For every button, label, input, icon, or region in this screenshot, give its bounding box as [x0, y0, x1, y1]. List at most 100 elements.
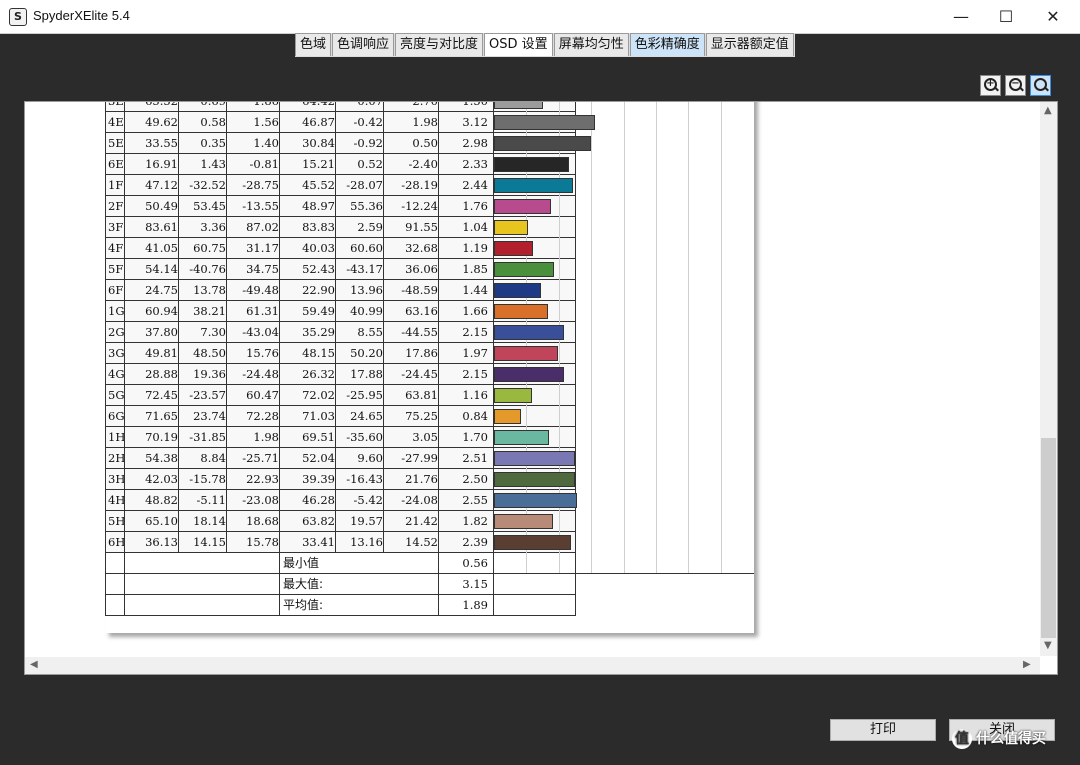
cell-c2: -5.11 [196, 493, 227, 507]
scroll-left-icon[interactable]: ◀ [30, 659, 38, 670]
cell-divider [124, 112, 125, 132]
delta-e-bar-chart [494, 102, 754, 573]
cell-c3: 1.86 [253, 101, 279, 108]
cell-c1: 42.03 [145, 472, 178, 486]
report-viewer[interactable]: 3E 65.52 0.69 1.86 64.42 0.07 2.70 1.50 4E 49.62 0… [24, 101, 1058, 675]
tab-4[interactable]: 屏幕均匀性 [553, 33, 629, 56]
cell-divider [335, 385, 336, 405]
cell-divider [279, 112, 280, 132]
cell-divider [335, 217, 336, 237]
cell-c1: 33.55 [145, 136, 178, 150]
summary-value: 1.89 [462, 598, 488, 612]
maximize-button[interactable]: ☐ [983, 0, 1029, 33]
tab-3[interactable]: OSD 设置 [484, 33, 553, 56]
cell-c1: 70.19 [145, 430, 178, 444]
cell-divider [279, 196, 280, 216]
tab-2[interactable]: 亮度与对比度 [395, 33, 484, 56]
cell-divider [226, 322, 227, 342]
tab-5[interactable]: 色彩精确度 [629, 33, 705, 56]
zoom-out-button[interactable]: − [1005, 75, 1026, 96]
cell-id: 1F [108, 178, 124, 192]
bar-3E [494, 102, 543, 109]
scroll-up-icon[interactable]: ▲ [1044, 105, 1052, 116]
cell-divider [383, 490, 384, 510]
cell-id: 3E [108, 101, 124, 108]
cell-divider [279, 175, 280, 195]
tab-6[interactable]: 显示器额定值 [705, 33, 794, 56]
cell-divider [279, 469, 280, 489]
cell-c6: 17.86 [405, 346, 438, 360]
cell-divider [335, 406, 336, 426]
cell-c6: 75.25 [405, 409, 438, 423]
scroll-right-icon[interactable]: ▶ [1023, 659, 1031, 670]
chart-gridline [591, 102, 592, 573]
cell-c3: 15.78 [246, 535, 279, 549]
cell-divider [383, 238, 384, 258]
print-button[interactable]: 打印 [830, 719, 936, 741]
cell-c6: 63.81 [405, 388, 438, 402]
cell-divider [279, 553, 280, 573]
cell-divider [226, 385, 227, 405]
cell-c3: 72.28 [246, 409, 279, 423]
cell-divider [438, 175, 439, 195]
cell-c6: 14.52 [405, 535, 438, 549]
cell-id: 3G [108, 346, 125, 360]
cell-divider [124, 427, 125, 447]
cell-divider [438, 196, 439, 216]
cell-divider [383, 112, 384, 132]
horizontal-scrollbar[interactable]: ◀ ▶ [25, 657, 1040, 674]
cell-c4: 59.49 [302, 304, 335, 318]
cell-id: 3F [108, 220, 124, 234]
cell-c5: -5.42 [353, 493, 384, 507]
cell-divider [178, 238, 179, 258]
close-window-button[interactable]: ✕ [1030, 0, 1076, 33]
cell-c1: 48.82 [145, 493, 178, 507]
cell-divider [438, 102, 439, 111]
cell-divider [279, 448, 280, 468]
minimize-button[interactable]: — [938, 0, 984, 33]
cell-c3: -24.48 [242, 367, 279, 381]
cell-id: 3H [108, 472, 126, 486]
cell-c1: 41.05 [145, 241, 178, 255]
vertical-scroll-thumb[interactable] [1041, 438, 1056, 638]
vertical-scrollbar[interactable]: ▲ ▼ [1040, 102, 1057, 656]
cell-c1: 60.94 [145, 304, 178, 318]
zoom-fit-button[interactable] [1030, 75, 1051, 96]
cell-c6: 32.68 [405, 241, 438, 255]
cell-c2: 0.69 [200, 101, 226, 108]
cell-divider [279, 259, 280, 279]
cell-divider [226, 343, 227, 363]
cell-divider [438, 133, 439, 153]
cell-divider [383, 322, 384, 342]
cell-divider [279, 102, 280, 111]
cell-de: 2.50 [462, 472, 488, 486]
cell-id: 4F [108, 241, 124, 255]
cell-divider [178, 217, 179, 237]
tab-1[interactable]: 色调响应 [332, 33, 395, 56]
cell-divider [178, 175, 179, 195]
cell-divider [335, 301, 336, 321]
cell-divider [438, 154, 439, 174]
cell-c3: 18.68 [246, 514, 279, 528]
cell-c2: 48.50 [193, 346, 226, 360]
zoom-in-button[interactable]: + [980, 75, 1001, 96]
cell-divider [124, 280, 125, 300]
cell-divider [124, 595, 125, 615]
cell-divider [383, 133, 384, 153]
cell-divider [279, 301, 280, 321]
bar-1F [494, 178, 573, 193]
cell-c2: 38.21 [193, 304, 226, 318]
cell-divider [178, 343, 179, 363]
cell-c3: -23.08 [242, 493, 279, 507]
tab-0[interactable]: 色域 [295, 33, 332, 56]
app-logo-icon: S [9, 8, 27, 26]
cell-divider [438, 259, 439, 279]
scroll-down-icon[interactable]: ▼ [1044, 640, 1052, 651]
cell-c2: 1.43 [200, 157, 226, 171]
cell-c5: 13.16 [350, 535, 383, 549]
cell-divider [124, 511, 125, 531]
cell-c5: 13.96 [350, 283, 383, 297]
cell-c6: -2.40 [408, 157, 439, 171]
cell-divider [124, 469, 125, 489]
cell-divider [124, 532, 125, 552]
